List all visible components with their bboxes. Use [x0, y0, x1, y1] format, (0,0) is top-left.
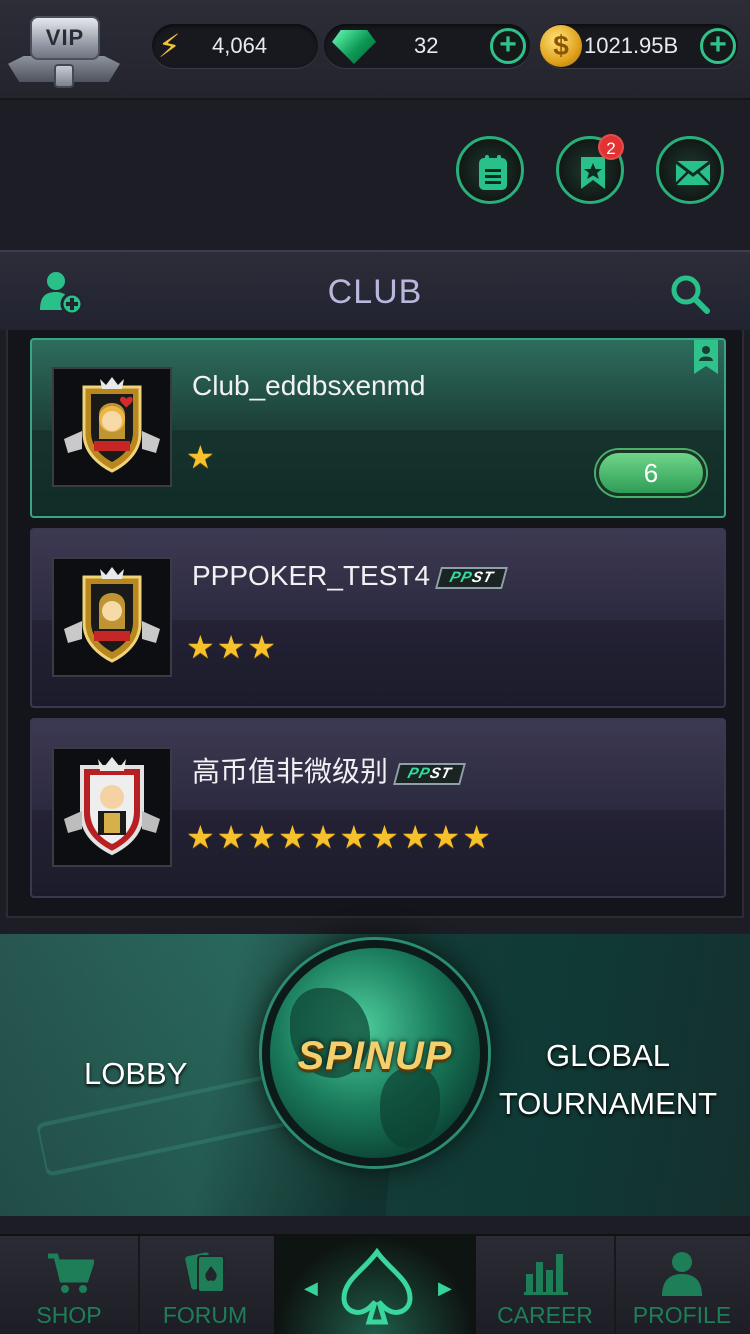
cards-icon: [185, 1252, 225, 1293]
club-logo-queen: [52, 557, 172, 677]
vip-label: VIP: [30, 16, 100, 60]
club-card[interactable]: Club_eddbsxenmd ★ 6: [30, 338, 726, 518]
lightning-icon: ⚡: [158, 28, 181, 64]
club-member-count: 6: [596, 450, 706, 496]
gem-value: 32: [414, 33, 439, 58]
add-gems-button[interactable]: +: [490, 28, 526, 64]
coin-icon: $: [540, 25, 582, 67]
cart-icon: [48, 1253, 94, 1293]
mail-button[interactable]: [656, 136, 724, 204]
club-logo-queen: [52, 367, 172, 487]
spade-icon: [341, 1248, 413, 1325]
nav-shop[interactable]: SHOP: [0, 1236, 140, 1334]
global-tournament-button[interactable]: GLOBAL TOURNAMENT: [490, 1032, 726, 1128]
club-header: CLUB: [0, 250, 750, 330]
club-name: 高币值非微级别 PPST: [192, 750, 467, 790]
clipboard-icon: [479, 155, 507, 190]
club-name: Club_eddbsxenmd: [192, 370, 426, 401]
king-crest-icon: [64, 757, 160, 856]
lobby-button[interactable]: LOBBY: [84, 1056, 187, 1092]
user-icon: [662, 1252, 702, 1296]
member-bookmark-icon: [694, 340, 718, 374]
nav-career[interactable]: CAREER: [476, 1236, 616, 1334]
club-card[interactable]: PPPOKER_TEST4 PPST ★★★: [30, 528, 726, 708]
nav-forum[interactable]: FORUM: [136, 1236, 276, 1334]
lock-icon: [54, 64, 74, 88]
club-card[interactable]: 高币值非微级别 PPST ★★★★★★★★★★: [30, 718, 726, 898]
notification-badge: 2: [598, 134, 624, 160]
ppst-badge: PPST: [435, 566, 509, 589]
club-title: CLUB: [327, 273, 423, 311]
club-stars: ★: [186, 439, 217, 475]
add-coins-button[interactable]: +: [700, 28, 736, 64]
tasks-button[interactable]: [456, 136, 524, 204]
bottom-nav: SHOP FORUM ◀ ▶ CAREER PROFILE: [0, 1234, 750, 1334]
nav-profile[interactable]: PROFILE: [612, 1236, 750, 1334]
search-icon[interactable]: [668, 272, 712, 316]
ppst-badge: PPST: [393, 762, 467, 785]
bar-chart-icon: [524, 1254, 568, 1295]
mail-icon: [675, 160, 711, 185]
energy-value: 4,064: [212, 33, 268, 58]
club-stars: ★★★★★★★★★★: [186, 819, 493, 855]
spinup-label: SPINUP: [297, 1034, 453, 1078]
top-bar: VIP 4,064 ⚡ 32 + 1021.95B $ +: [0, 0, 750, 100]
chevron-right-icon: ▶: [438, 1278, 452, 1298]
globe-land: [380, 1068, 440, 1148]
vip-badge[interactable]: VIP: [8, 10, 120, 90]
queen-crest-icon: [64, 377, 160, 473]
nav-home[interactable]: ◀ ▶: [274, 1236, 476, 1334]
chevron-left-icon: ◀: [304, 1278, 318, 1298]
club-logo-king: [52, 747, 172, 867]
coin-value: 1021.95B: [584, 33, 679, 58]
club-list: Club_eddbsxenmd ★ 6 PPPOKER_TEST4 PPST ★…: [6, 330, 744, 918]
spinup-button[interactable]: SPINUP: [262, 940, 488, 1166]
queen-crest-icon: [64, 567, 160, 663]
club-stars: ★★★: [186, 629, 279, 665]
club-name: PPPOKER_TEST4 PPST: [192, 560, 509, 592]
